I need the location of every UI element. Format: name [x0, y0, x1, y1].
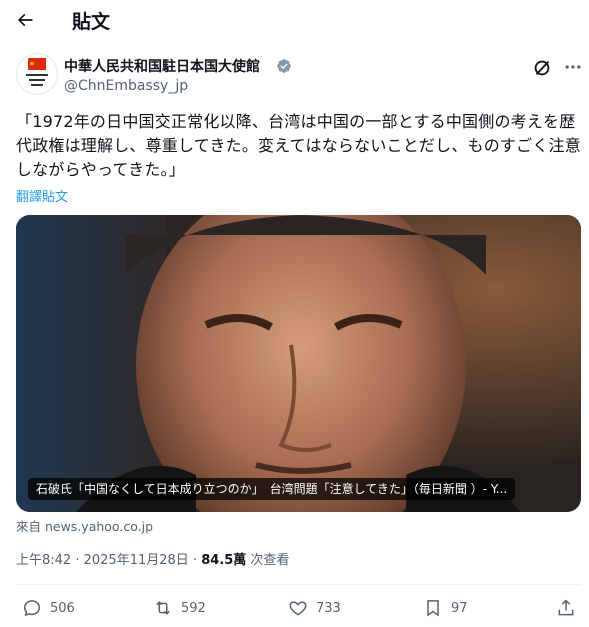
divider [16, 584, 581, 585]
translate-link[interactable]: 翻譯貼文 [16, 186, 68, 205]
back-arrow-icon [18, 13, 33, 27]
top-bar: 貼文 [0, 0, 589, 42]
reply-button[interactable]: 506 [22, 596, 75, 620]
author-handle[interactable]: @ChnEmbassy_jp [64, 78, 188, 94]
bookmark-count: 97 [451, 600, 468, 616]
retweet-count: 592 [181, 600, 206, 616]
more-icon [565, 65, 581, 69]
post-meta: 上午8:42 · 2025年11月28日 · 84.5萬 次查看 [16, 549, 289, 568]
reply-count: 506 [50, 600, 75, 616]
like-count: 733 [316, 600, 341, 616]
verified-badge-icon [277, 59, 291, 73]
share-icon [558, 599, 574, 616]
like-button[interactable]: 733 [288, 596, 341, 620]
link-card-caption: 石破氏「中国なくして日本成り立つのか」 台湾問題「注意してきた」（毎日新聞 ）-… [28, 478, 516, 500]
more-options-button[interactable] [563, 57, 583, 79]
page-title: 貼文 [72, 11, 111, 33]
post-page: 貼文 中華人民共和国駐日本国大使館 @ChnEmbassy_jp 「1972年の… [0, 0, 589, 627]
retweet-button[interactable]: 592 [153, 596, 206, 620]
avatar[interactable] [16, 53, 58, 95]
post-date[interactable]: 2025年11月28日 [84, 553, 189, 568]
embassy-logo-icon [26, 58, 48, 86]
like-icon [289, 601, 307, 616]
author-name[interactable]: 中華人民共和国駐日本国大使館 [64, 56, 260, 76]
grok-icon[interactable] [531, 57, 553, 79]
bookmark-icon [427, 600, 439, 617]
views-label: 次查看 [246, 553, 290, 568]
meta-separator: · [188, 553, 202, 568]
meta-separator: · [71, 553, 84, 568]
link-card-image[interactable]: 石破氏「中国なくして日本成り立つのか」 台湾問題「注意してきた」（毎日新聞 ）-… [16, 215, 581, 512]
views-count: 84.5萬 [201, 553, 247, 568]
link-source[interactable]: 來自 news.yahoo.co.jp [16, 516, 153, 535]
reply-icon [23, 600, 41, 617]
portrait-photo [16, 215, 581, 512]
retweet-icon [156, 601, 170, 615]
post-time[interactable]: 上午8:42 [16, 553, 71, 568]
bookmark-button[interactable]: 97 [423, 596, 468, 620]
post-text: 「1972年の日中国交正常化以降、台湾は中国の一部とする中国側の考えを歴代政権は… [16, 112, 581, 179]
back-button[interactable] [10, 5, 40, 35]
action-bar: 506 592 733 97 [0, 596, 589, 620]
share-button[interactable] [556, 596, 584, 620]
